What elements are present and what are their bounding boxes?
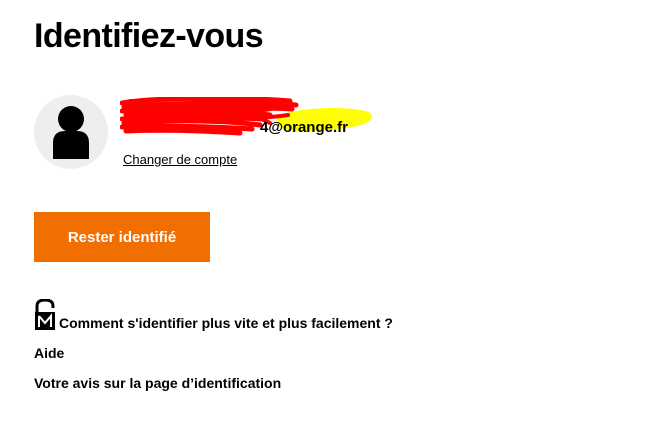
user-avatar-icon	[34, 95, 108, 169]
open-lock-icon	[35, 299, 55, 330]
account-summary: 4@orange.fr Changer de compte	[34, 95, 434, 175]
faster-sign-in-link[interactable]: Comment s'identifier plus vite et plus f…	[59, 315, 393, 331]
page-title: Identifiez-vous	[34, 17, 264, 55]
stay-signed-in-button[interactable]: Rester identifié	[34, 212, 210, 262]
account-email: 4@orange.fr	[120, 97, 390, 137]
feedback-link[interactable]: Votre avis sur la page d’identification	[34, 375, 281, 391]
email-redaction	[120, 97, 372, 136]
help-link[interactable]: Aide	[34, 345, 64, 361]
email-text: 4@orange.fr	[260, 119, 348, 136]
change-account-link[interactable]: Changer de compte	[123, 152, 237, 167]
